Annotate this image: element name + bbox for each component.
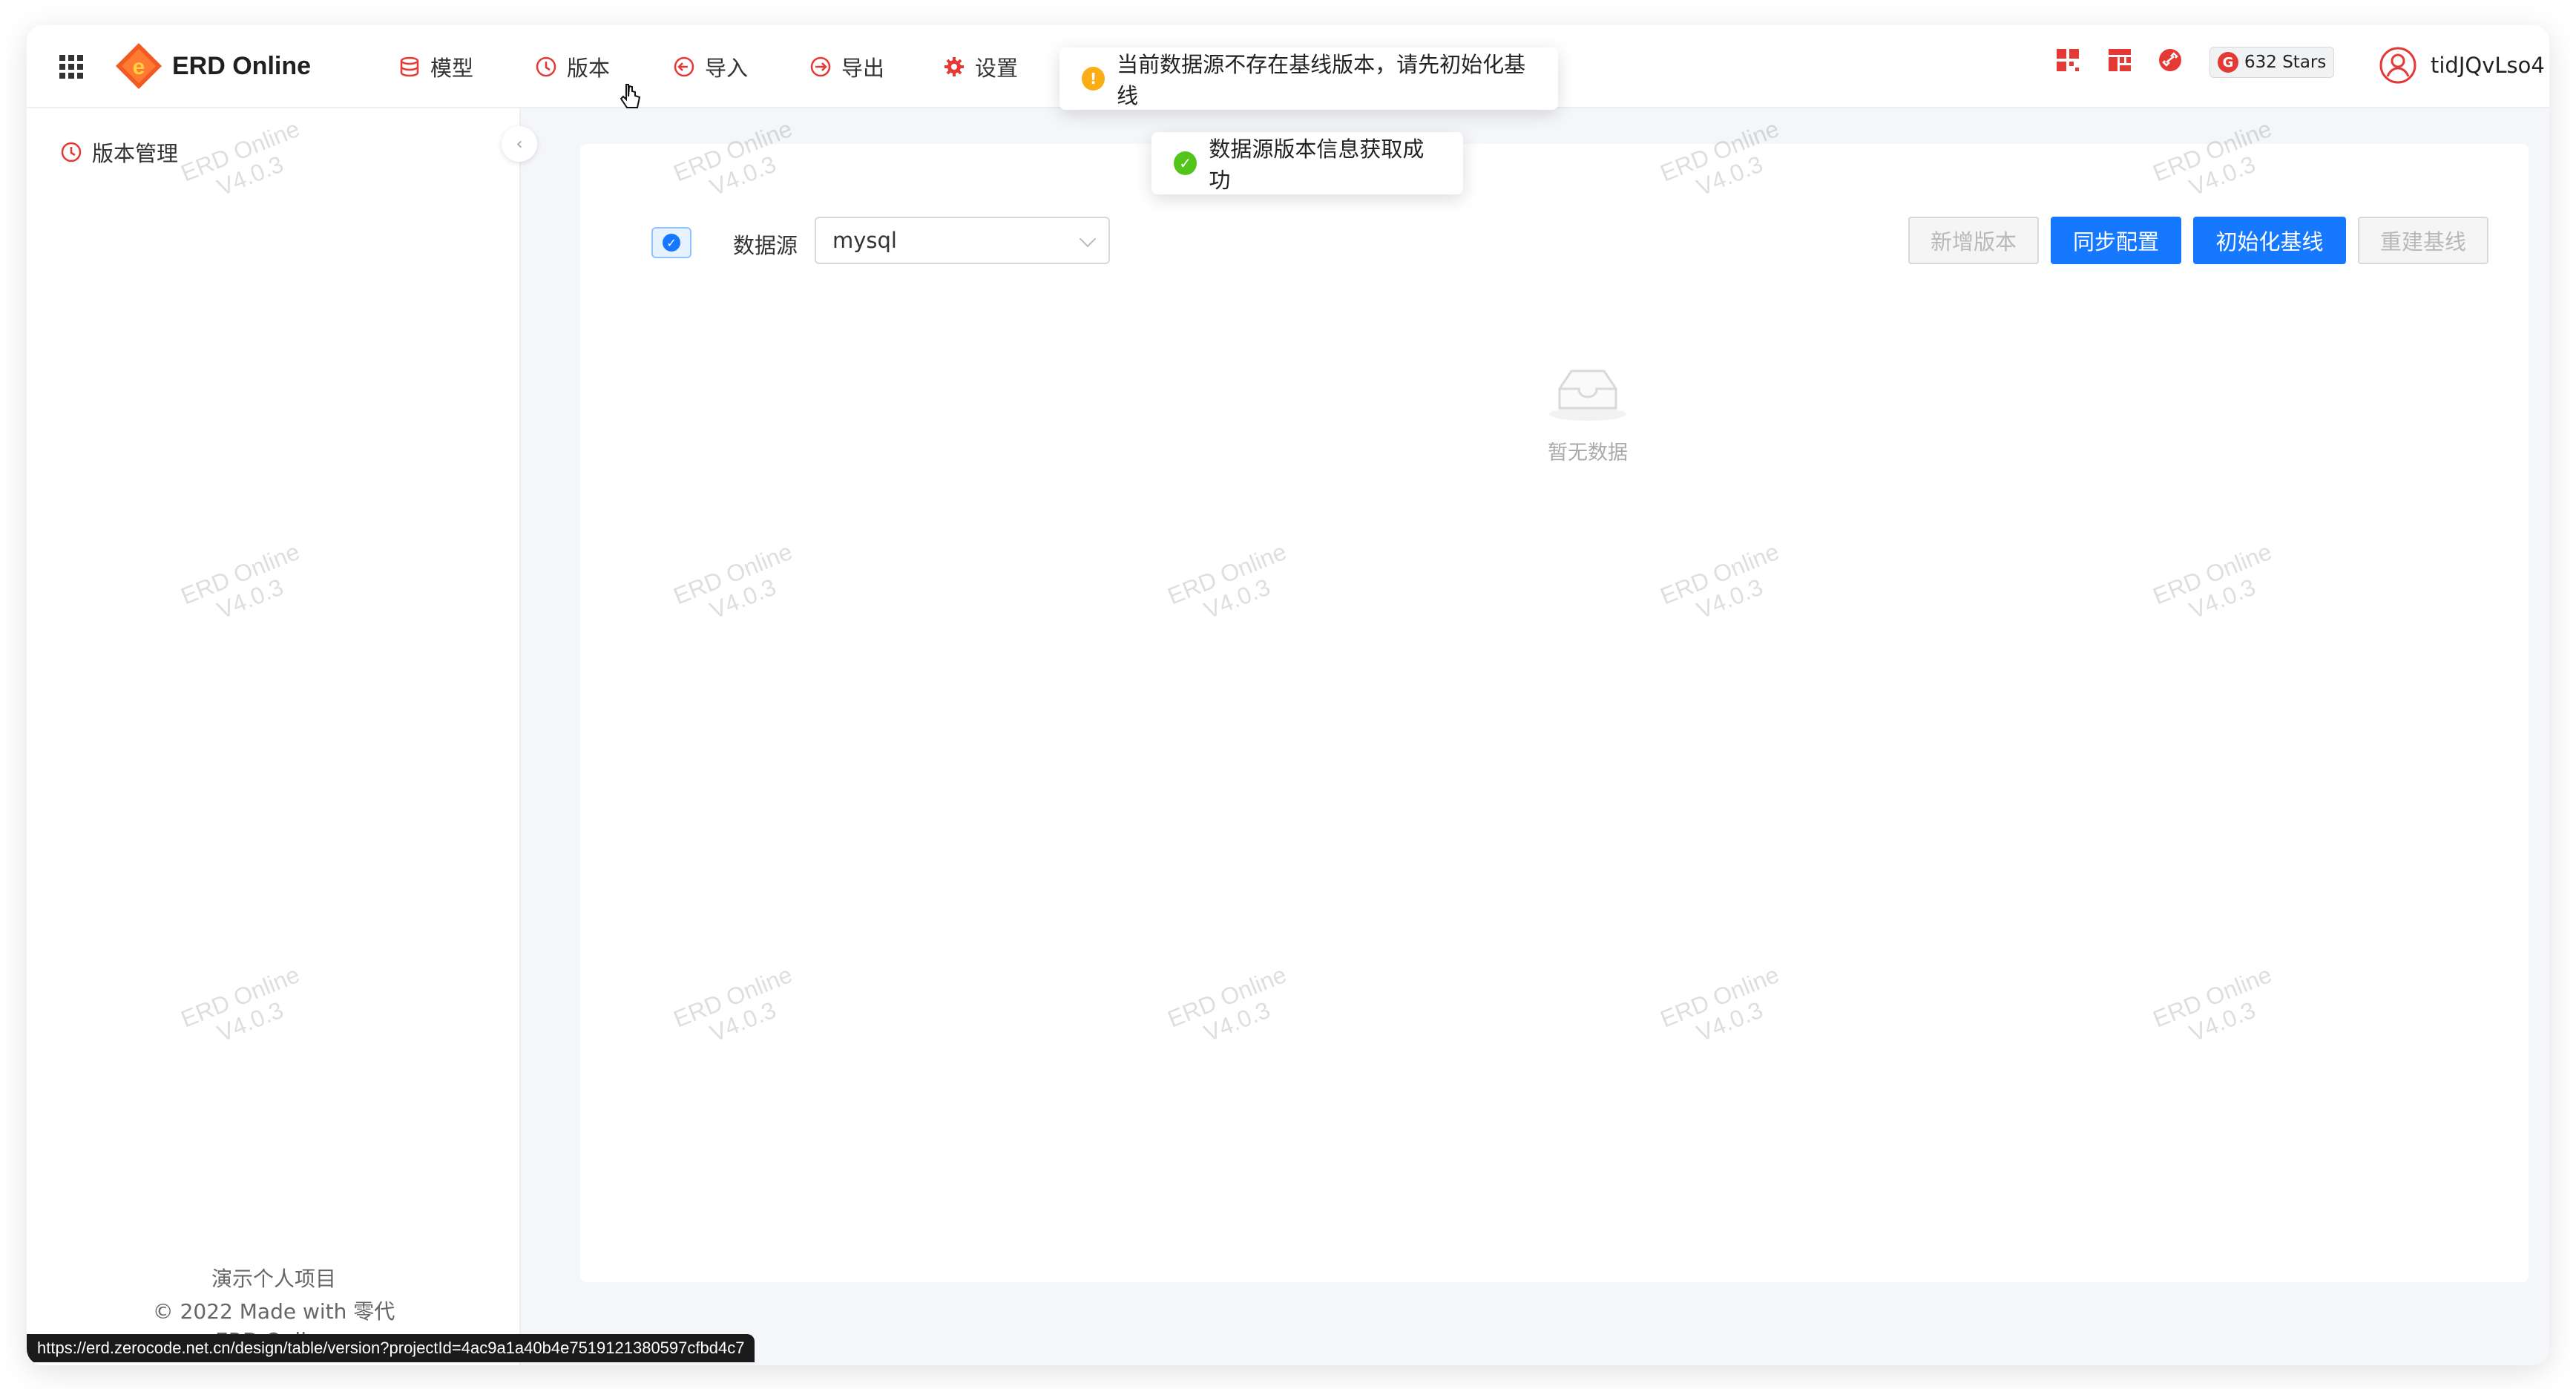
nav-model-label: 模型	[430, 56, 474, 81]
warning-toast: ! 当前数据源不存在基线版本，请先初始化基线	[1059, 47, 1558, 110]
stars-count: 632 Stars	[2244, 53, 2327, 72]
datasource-value: mysql	[832, 228, 897, 253]
qrcode-icon[interactable]	[2055, 47, 2080, 73]
success-message: 数据源版本信息获取成功	[1209, 137, 1425, 193]
status-bar-url: https://erd.zerocode.net.cn/design/table…	[27, 1334, 755, 1362]
gitee-icon: G	[2218, 52, 2238, 73]
nav-export[interactable]: 导出	[809, 50, 884, 83]
check-icon: ✓	[663, 234, 680, 252]
user-menu[interactable]: tidJQvLso4	[2379, 42, 2545, 89]
init-baseline-button[interactable]: 初始化基线	[2193, 217, 2346, 264]
collapse-sidebar-button[interactable]: ‹	[502, 126, 537, 162]
pointer-cursor-icon	[620, 84, 641, 108]
import-icon	[674, 56, 694, 77]
success-check-icon: ✓	[1174, 151, 1197, 175]
rebuild-baseline-button[interactable]: 重建基线	[2358, 217, 2488, 264]
export-icon	[810, 56, 831, 77]
nav-version-label: 版本	[567, 56, 611, 81]
datasource-label: 数据源	[733, 233, 798, 258]
nav-settings-label: 设置	[975, 56, 1019, 81]
version-panel: ✓ 数据源 mysql 新增版本 同步配置 初始化基线 重建基线 暂无数据	[580, 144, 2529, 1282]
success-toast: ✓ 数据源版本信息获取成功	[1151, 132, 1463, 194]
nav-model[interactable]: 模型	[398, 50, 473, 83]
nav-export-label: 导出	[841, 56, 885, 81]
erd-logo-icon: e	[116, 43, 162, 89]
sidebar: 版本管理 演示个人项目 © 2022 Made with 零代 ERD Onli…	[27, 108, 521, 1365]
chevron-left-icon: ‹	[516, 134, 523, 154]
github-stars-badge[interactable]: G 632 Stars	[2209, 47, 2334, 78]
history-icon	[536, 56, 556, 77]
add-version-button[interactable]: 新增版本	[1908, 217, 2039, 264]
select-all-checkbox[interactable]: ✓	[651, 227, 691, 258]
nav-import-label: 导入	[705, 56, 749, 81]
empty-inbox-icon	[1549, 370, 1626, 421]
warning-message: 当前数据源不存在基线版本，请先初始化基线	[1117, 52, 1526, 108]
database-icon	[400, 56, 419, 77]
empty-text: 暂无数据	[1548, 441, 1628, 464]
layout-icon[interactable]	[2107, 47, 2132, 73]
nav-version[interactable]: 版本	[534, 50, 610, 83]
app-window: e ERD Online 模型 版本 导入 导出 设置 G 632 Stars …	[27, 25, 2549, 1365]
nav-settings[interactable]: 设置	[942, 50, 1018, 83]
footer-copyright: © 2022 Made with 零代	[152, 1299, 395, 1324]
app-grid-icon[interactable]	[59, 55, 83, 79]
avatar	[2379, 47, 2416, 84]
nav-import[interactable]: 导入	[672, 50, 748, 83]
datasource-select[interactable]: mysql	[815, 217, 1110, 264]
footer-project-name: 演示个人项目	[211, 1267, 336, 1291]
empty-state: 暂无数据	[1534, 358, 1641, 465]
chevron-down-icon	[1079, 230, 1097, 248]
sidebar-item-version-management[interactable]: 版本管理	[59, 137, 178, 168]
link-icon[interactable]	[2158, 47, 2183, 73]
svg-text:e: e	[133, 55, 145, 79]
brand-name: ERD Online	[172, 52, 312, 80]
username: tidJQvLso4	[2431, 53, 2545, 78]
sync-config-button[interactable]: 同步配置	[2051, 217, 2181, 264]
history-icon	[61, 142, 82, 162]
gear-icon	[944, 57, 964, 76]
sidebar-item-label: 版本管理	[92, 141, 179, 166]
warning-icon: !	[1082, 67, 1105, 91]
